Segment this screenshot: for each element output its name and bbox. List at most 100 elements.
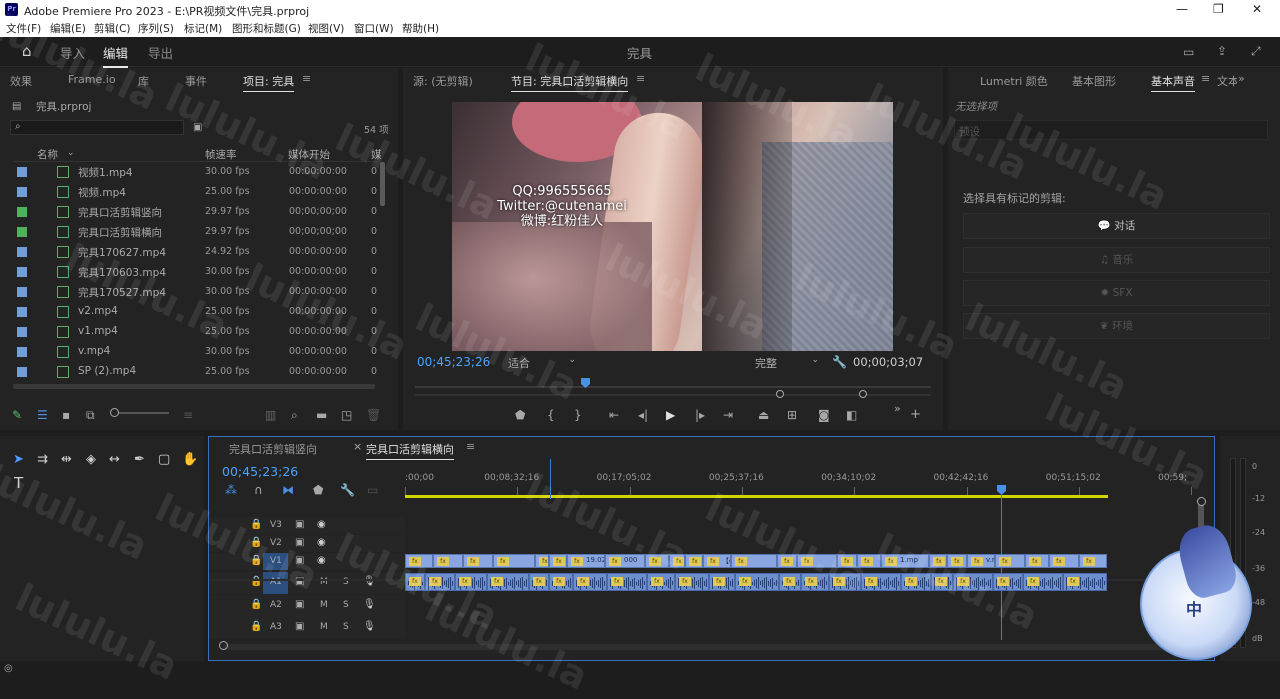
video-clip[interactable]: fx [549, 554, 567, 568]
menu-edit[interactable]: 编辑(E) [50, 21, 86, 36]
tab-source[interactable]: 源: (无剪辑) [413, 73, 473, 89]
label-swatch[interactable] [17, 187, 27, 197]
project-item[interactable]: 完具口活剪辑横向 29.97 fps 00;00;00;00 0 [13, 222, 379, 242]
label-swatch[interactable] [17, 267, 27, 277]
label-swatch[interactable] [17, 227, 27, 237]
column-framerate[interactable]: 帧速率 [205, 147, 237, 162]
tab-lumetri[interactable]: Lumetri 颜色 [980, 73, 1048, 89]
video-clip[interactable]: fxv.mp4 [ [967, 554, 995, 568]
timeline-settings-icon[interactable]: 🔧 [340, 483, 355, 497]
audio-clip[interactable]: fx [1023, 573, 1063, 591]
video-clip[interactable]: fx [857, 554, 881, 568]
clear-icon[interactable]: 🗑 [366, 408, 381, 422]
mark-out-icon[interactable]: } [574, 408, 582, 422]
video-clip[interactable]: fx [1079, 554, 1107, 568]
snap-icon[interactable]: ∩ [254, 483, 263, 497]
sfx-button[interactable]: ✸ SFX [963, 280, 1270, 306]
lock-icon[interactable]: 🔒 [250, 621, 262, 632]
audio-clip[interactable]: fx [901, 573, 931, 591]
sync-lock-icon[interactable]: ▣ [295, 537, 304, 548]
go-to-out-icon[interactable]: ⇥ [723, 408, 733, 422]
sort-icon[interactable]: ≡ [183, 408, 193, 422]
audio-clip[interactable]: fx [549, 573, 573, 591]
audio-clip[interactable]: fx [709, 573, 735, 591]
close-icon[interactable]: ✕ [1252, 2, 1262, 16]
sound-menu-icon[interactable]: ≡ [1201, 72, 1210, 85]
maximize-icon[interactable]: ❐ [1213, 2, 1224, 16]
microphone-icon[interactable]: 🎙 [363, 621, 376, 632]
zoom-slider-handle[interactable] [110, 408, 119, 417]
play-icon[interactable]: ▶ [666, 408, 675, 422]
project-item[interactable]: v1.mp4 25.00 fps 00:00:00:00 0 [13, 322, 379, 342]
dialogue-button[interactable]: 💬 对话 [963, 213, 1270, 239]
audio-clip[interactable]: fx [993, 573, 1023, 591]
video-clip[interactable]: fx [493, 554, 535, 568]
sort-chevron-icon[interactable]: ⌄ [67, 148, 75, 158]
menu-file[interactable]: 文件(F) [6, 21, 41, 36]
razor-tool-icon[interactable]: ◈ [86, 452, 96, 467]
work-area-bar[interactable] [405, 495, 1108, 498]
hscroll-handle-left[interactable] [219, 641, 228, 650]
menu-sequence[interactable]: 序列(S) [138, 21, 174, 36]
tab-events[interactable]: 事件 [185, 73, 207, 89]
audio-clip[interactable]: fx [735, 573, 779, 591]
hand-tool-icon[interactable]: ✋ [182, 452, 198, 467]
solo-button[interactable]: S [343, 600, 349, 610]
menu-window[interactable]: 窗口(W) [354, 21, 394, 36]
panel-menu-icon[interactable]: ≡ [302, 72, 311, 85]
audio-clip[interactable]: fx [573, 573, 607, 591]
audio-clip[interactable]: fx [801, 573, 829, 591]
track-name[interactable]: V1 [270, 556, 282, 566]
timeline-menu-icon[interactable]: ≡ [466, 440, 475, 453]
timeline-timecode[interactable]: 00;45;23;26 [222, 464, 298, 479]
program-zoom-bar[interactable] [415, 394, 931, 396]
audio-clip[interactable]: fx [487, 573, 529, 591]
type-tool-icon[interactable]: T [14, 474, 23, 492]
video-clip[interactable]: fx 1.mp [881, 554, 929, 568]
preset-dropdown[interactable]: 预设 [954, 120, 1268, 140]
lock-icon[interactable]: 🔒 [250, 537, 262, 548]
tab-libraries[interactable]: 库 [138, 73, 149, 89]
video-clip[interactable]: fx【cy [703, 554, 731, 568]
scrollbar-thumb[interactable] [380, 162, 385, 206]
video-clip[interactable]: fx [731, 554, 777, 568]
home-icon[interactable]: ⌂ [22, 44, 32, 59]
pencil-icon[interactable]: ✎ [12, 408, 22, 422]
sync-lock-icon[interactable]: ▣ [295, 519, 304, 530]
video-clip[interactable]: fx [797, 554, 837, 568]
solo-button[interactable]: S [343, 622, 349, 632]
nest-icon[interactable]: ⁂ [225, 483, 237, 497]
track-name[interactable]: A3 [270, 622, 282, 632]
project-item[interactable]: 视频.mp4 25.00 fps 00:00:00:00 0 [13, 182, 379, 202]
audio-clip[interactable]: fx [607, 573, 647, 591]
find-icon[interactable]: ⌕ [291, 408, 298, 422]
menu-clip[interactable]: 剪辑(C) [94, 21, 131, 36]
step-forward-icon[interactable]: |▸ [695, 408, 705, 422]
tab-project[interactable]: 项目: 完具 [243, 73, 295, 92]
track-name[interactable]: V3 [270, 520, 282, 530]
export-frame-icon[interactable]: ◙ [818, 408, 830, 422]
project-item[interactable]: SP (2).mp4 25.00 fps 00:00:00:00 0 [13, 362, 379, 382]
video-clip[interactable]: fx [535, 554, 549, 568]
mute-button[interactable]: M [320, 622, 328, 632]
microphone-icon[interactable]: 🎙 [363, 576, 376, 587]
project-item[interactable]: 完具170527.mp4 30.00 fps 00:00:00:00 0 [13, 282, 379, 302]
label-swatch[interactable] [17, 347, 27, 357]
timeline-hscroll[interactable] [223, 644, 1198, 650]
track-name[interactable]: A2 [270, 600, 282, 610]
program-menu-icon[interactable]: ≡ [636, 72, 645, 85]
wrench-icon[interactable]: 🔧 [832, 355, 847, 369]
video-clip[interactable]: fx19.02.22 [567, 554, 605, 568]
project-item[interactable]: v2.mp4 25.00 fps 00:00:00:00 0 [13, 302, 379, 322]
track-name[interactable]: V2 [270, 538, 282, 548]
video-clip[interactable]: fx [777, 554, 797, 568]
microphone-icon[interactable]: 🎙 [363, 599, 376, 610]
playhead-timecode[interactable]: 00;45;23;26 [417, 355, 490, 369]
menu-view[interactable]: 视图(V) [308, 21, 344, 36]
workspace-tab-edit[interactable]: 编辑 [103, 43, 129, 68]
label-swatch[interactable] [17, 207, 27, 217]
lock-icon[interactable]: 🔒 [250, 555, 262, 566]
tab-essential-graphics[interactable]: 基本图形 [1072, 73, 1116, 89]
horizontal-scrollbar[interactable] [13, 384, 375, 389]
quality-dropdown[interactable]: 完整 ⌄ [755, 355, 819, 371]
